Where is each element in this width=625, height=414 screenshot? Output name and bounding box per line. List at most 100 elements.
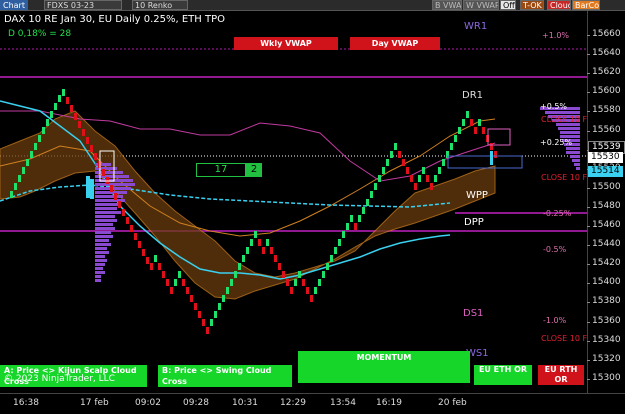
renko-brick — [42, 127, 45, 134]
dr1-label: DR1 — [462, 90, 484, 101]
renko-brick — [318, 279, 321, 286]
renko-brick — [190, 295, 193, 302]
renko-brick — [90, 145, 93, 152]
close-marker-left — [86, 176, 90, 198]
renko-brick — [350, 215, 353, 222]
price-axis[interactable]: 1566015640156201560015580155601554015520… — [587, 11, 625, 393]
renko-brick — [82, 129, 85, 136]
renko-brick — [330, 255, 333, 262]
price-tick-label: 15560 — [587, 124, 621, 135]
chart-menu-button[interactable]: Chart — [0, 0, 28, 10]
renko-brick — [186, 287, 189, 294]
time-tick-label: 09:28 — [183, 398, 209, 408]
close-mid-label: CLOSE 10 F — [541, 173, 588, 182]
renko-brick — [30, 151, 33, 158]
renko-brick — [378, 175, 381, 182]
time-tick-label: 09:02 — [135, 398, 161, 408]
renko-brick — [410, 175, 413, 182]
renko-brick — [370, 191, 373, 198]
pct-minus-025-label: -0.25% — [543, 209, 572, 218]
renko-brick — [162, 271, 165, 278]
renko-brick — [50, 111, 53, 118]
renko-brick — [110, 185, 113, 192]
renko-brick — [74, 113, 77, 120]
renko-brick — [262, 247, 265, 254]
renko-brick — [250, 239, 253, 246]
renko-brick — [454, 135, 457, 142]
renko-brick — [474, 127, 477, 134]
ds1-label: DS1 — [463, 308, 484, 319]
renko-brick — [326, 263, 329, 270]
renko-brick — [310, 295, 313, 302]
b-vwap-toggle[interactable]: B VWAP — [432, 0, 462, 10]
renko-brick — [494, 151, 497, 158]
weekly-vwap-button[interactable]: Wkly VWAP — [234, 37, 338, 50]
time-tick-label: 20 feb — [438, 398, 467, 408]
renko-brick — [198, 311, 201, 318]
renko-brick — [354, 223, 357, 230]
copyright-text: © 2023 NinjaTrader, LLC — [4, 374, 115, 384]
pct-plus-025-label: +0.25% — [540, 138, 573, 147]
renko-brick — [102, 169, 105, 176]
renko-brick — [26, 159, 29, 166]
renko-brick — [210, 319, 213, 326]
tok-toggle[interactable]: T-OK — [520, 0, 544, 10]
instrument-selector[interactable]: FDXS 03-23 — [44, 0, 122, 10]
bar-type-selector[interactable]: 10 Renko — [132, 0, 188, 10]
renko-brick — [482, 127, 485, 134]
renko-brick — [434, 175, 437, 182]
renko-brick — [450, 143, 453, 150]
renko-brick — [10, 191, 13, 198]
renko-brick — [254, 231, 257, 238]
renko-brick — [226, 287, 229, 294]
day-vwap-button[interactable]: Day VWAP — [350, 37, 440, 50]
renko-brick — [174, 279, 177, 286]
vwap-dashed-line — [0, 184, 451, 208]
renko-brick — [462, 119, 465, 126]
renko-brick — [266, 239, 269, 246]
eth-range-box — [447, 155, 523, 169]
renko-brick — [386, 159, 389, 166]
renko-brick — [270, 247, 273, 254]
time-tick-label: 13:54 — [330, 398, 356, 408]
renko-brick — [130, 225, 133, 232]
price-chart[interactable] — [0, 11, 587, 393]
renko-brick — [418, 175, 421, 182]
renko-brick — [442, 159, 445, 166]
close-upper-label: CLOSE 10 F — [541, 115, 588, 124]
price-tick-label: 15480 — [587, 200, 621, 211]
pct-minus-05-label: -0.5% — [543, 245, 567, 254]
barcol-toggle[interactable]: BarCol — [572, 0, 600, 10]
renko-brick — [126, 217, 129, 224]
swing-cloud — [0, 110, 496, 300]
swing-cross-button[interactable]: B: Price <> Swing Cloud Cross — [158, 365, 292, 387]
renko-brick — [18, 175, 21, 182]
eu-eth-or-button[interactable]: EU ETH OR — [474, 365, 532, 385]
momentum-button[interactable]: MOMENTUM — [298, 351, 470, 383]
price-tick-label: 15640 — [587, 48, 621, 59]
renko-brick — [178, 271, 181, 278]
renko-brick — [398, 151, 401, 158]
renko-brick — [358, 215, 361, 222]
poc-marker — [90, 179, 94, 199]
renko-brick — [294, 279, 297, 286]
renko-brick — [338, 239, 341, 246]
off-toggle[interactable]: Off — [500, 0, 516, 10]
time-axis[interactable]: 16:38 17 feb 09:02 09:28 10:31 12:29 13:54 16:1… — [0, 393, 625, 414]
cloud-toggle[interactable]: Cloud — [547, 0, 571, 10]
renko-brick — [94, 153, 97, 160]
price-tick-label: 15620 — [587, 67, 621, 78]
renko-brick — [478, 119, 481, 126]
eu-rth-or-button[interactable]: EU RTH OR — [538, 365, 584, 385]
renko-brick — [422, 167, 425, 174]
renko-brick — [306, 287, 309, 294]
price-tick-label: 15400 — [587, 277, 621, 288]
price-tick-label: 15460 — [587, 220, 621, 230]
renko-brick — [138, 241, 141, 248]
time-tick-label: 12:29 — [280, 398, 306, 408]
renko-brick — [218, 303, 221, 310]
w-vwap-toggle[interactable]: W VWAP — [463, 0, 499, 10]
price-tick-label: 15500 — [587, 181, 621, 192]
renko-brick — [258, 239, 261, 246]
renko-brick — [290, 287, 293, 294]
